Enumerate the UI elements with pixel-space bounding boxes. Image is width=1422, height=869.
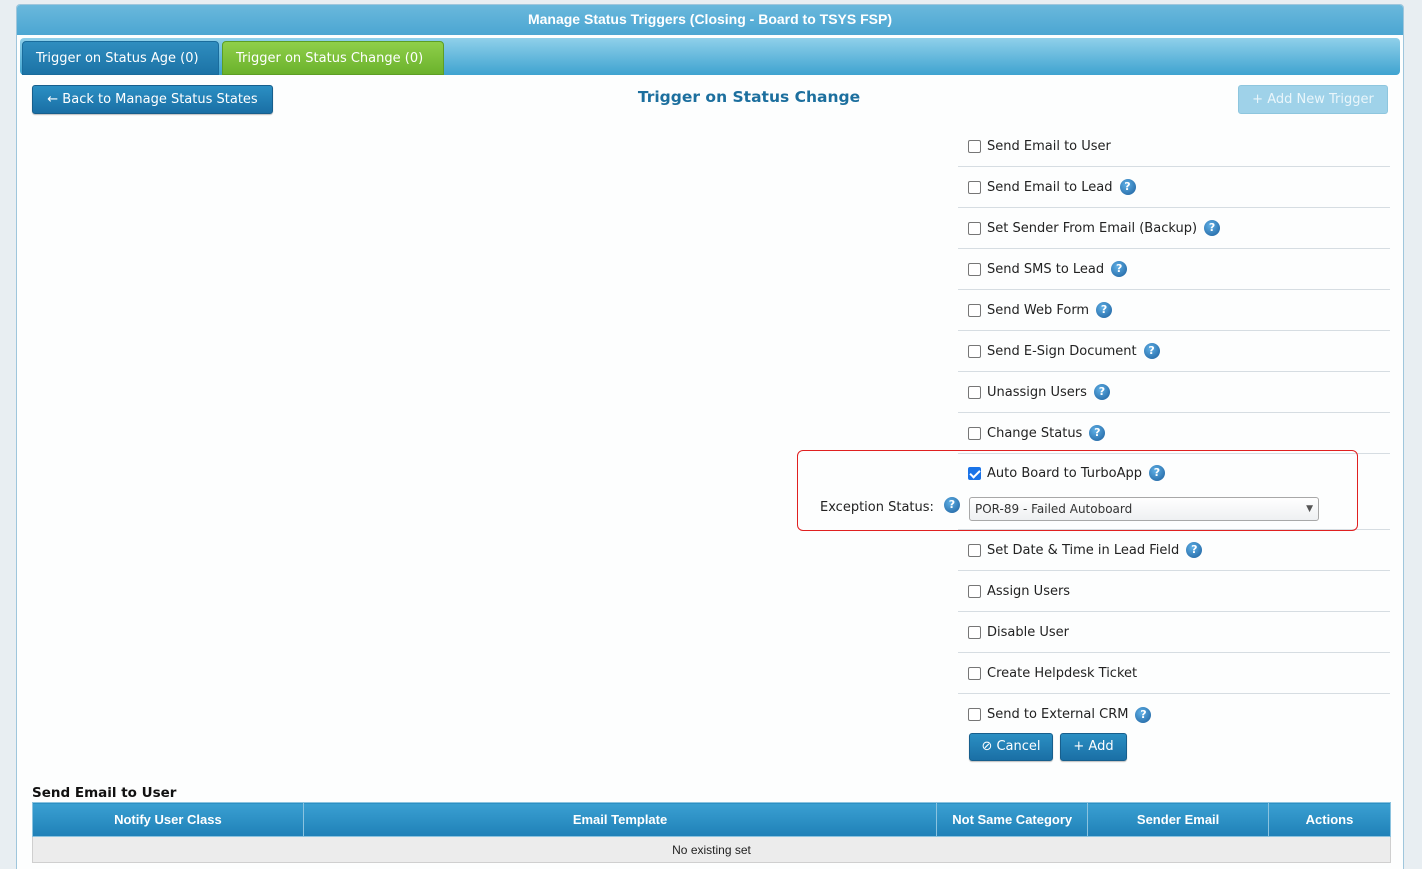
send-email-to-user-section-title: Send Email to User bbox=[32, 785, 177, 801]
option-change-status: Change Status ? bbox=[958, 413, 1390, 454]
option-create-helpdesk-ticket: Create Helpdesk Ticket bbox=[958, 653, 1390, 694]
help-icon[interactable]: ? bbox=[1149, 465, 1165, 481]
assign-users-checkbox[interactable] bbox=[968, 584, 981, 598]
option-label: Send SMS to Lead bbox=[987, 261, 1105, 277]
page-title: Trigger on Status Change bbox=[637, 88, 861, 106]
column-header: Email Template bbox=[302, 802, 938, 837]
send-to-external-crm-checkbox[interactable] bbox=[968, 708, 981, 721]
option-unassign-users: Unassign Users ? bbox=[958, 372, 1390, 413]
column-header: Not Same Category bbox=[936, 802, 1089, 837]
option-label: Send to External CRM bbox=[987, 707, 1129, 722]
option-label: Create Helpdesk Ticket bbox=[987, 665, 1138, 681]
create-helpdesk-ticket-checkbox[interactable] bbox=[968, 666, 981, 680]
option-label: Auto Board to TurboApp bbox=[987, 465, 1142, 481]
auto-board-to-turboapp-checkbox[interactable] bbox=[968, 466, 981, 480]
option-send-e-sign-document: Send E-Sign Document ? bbox=[958, 331, 1390, 372]
change-status-checkbox[interactable] bbox=[968, 426, 981, 440]
option-label: Set Date & Time in Lead Field bbox=[987, 542, 1180, 558]
set-sender-from-email-checkbox[interactable] bbox=[968, 221, 981, 235]
help-icon[interactable]: ? bbox=[1143, 343, 1160, 359]
send-email-to-user-checkbox[interactable] bbox=[968, 139, 981, 153]
send-email-to-user-table: Notify User Class Email Template Not Sam… bbox=[32, 802, 1391, 863]
help-icon[interactable]: ? bbox=[944, 497, 960, 513]
set-date-time-checkbox[interactable] bbox=[968, 543, 981, 557]
option-label: Send E-Sign Document bbox=[987, 343, 1137, 359]
column-header: Actions bbox=[1268, 802, 1391, 837]
exception-status-label: Exception Status: bbox=[820, 500, 934, 515]
column-header: Sender Email bbox=[1087, 802, 1270, 837]
disable-user-checkbox[interactable] bbox=[968, 625, 981, 639]
option-label: Change Status bbox=[987, 425, 1083, 441]
table-header-row: Notify User Class Email Template Not Sam… bbox=[32, 802, 1391, 837]
option-send-email-to-user: Send Email to User bbox=[958, 126, 1390, 167]
exception-status-value: POR-89 - Failed Autoboard bbox=[975, 502, 1133, 516]
option-label: Unassign Users bbox=[987, 384, 1087, 400]
option-disable-user: Disable User bbox=[958, 612, 1390, 653]
help-icon[interactable]: ? bbox=[1093, 384, 1110, 400]
manage-status-triggers-dialog: Manage Status Triggers (Closing - Board … bbox=[16, 4, 1404, 869]
unassign-users-checkbox[interactable] bbox=[968, 385, 981, 399]
help-icon[interactable]: ? bbox=[1119, 179, 1136, 195]
tab-trigger-on-status-change[interactable]: Trigger on Status Change (0) bbox=[222, 41, 444, 75]
option-send-email-to-lead: Send Email to Lead ? bbox=[958, 167, 1390, 208]
option-send-sms-to-lead: Send SMS to Lead ? bbox=[958, 249, 1390, 290]
help-icon[interactable]: ? bbox=[1135, 706, 1152, 723]
option-set-date-time-in-lead-field: Set Date & Time in Lead Field ? bbox=[958, 530, 1390, 571]
option-assign-users: Assign Users bbox=[958, 571, 1390, 612]
trigger-options-list: Send Email to User Send Email to Lead ? … bbox=[958, 126, 1390, 735]
help-icon[interactable]: ? bbox=[1186, 542, 1203, 558]
option-label: Send Email to Lead bbox=[987, 179, 1113, 195]
option-label: Set Sender From Email (Backup) bbox=[987, 220, 1198, 236]
back-to-manage-status-states-button[interactable]: ← Back to Manage Status States bbox=[32, 85, 273, 114]
send-web-form-checkbox[interactable] bbox=[968, 303, 981, 317]
tab-trigger-on-status-age[interactable]: Trigger on Status Age (0) bbox=[22, 41, 219, 75]
auto-board-line: Auto Board to TurboApp ? bbox=[968, 465, 1165, 481]
dialog-title: Manage Status Triggers (Closing - Board … bbox=[17, 5, 1403, 35]
option-label: Assign Users bbox=[987, 583, 1071, 599]
cancel-button[interactable]: ⊘ Cancel bbox=[969, 733, 1053, 761]
help-icon[interactable]: ? bbox=[1096, 302, 1113, 318]
send-email-to-lead-checkbox[interactable] bbox=[968, 180, 981, 194]
send-sms-to-lead-checkbox[interactable] bbox=[968, 262, 981, 276]
tab-bar: Trigger on Status Age (0) Trigger on Sta… bbox=[20, 38, 1400, 75]
table-row: No existing set bbox=[32, 836, 1391, 863]
help-icon[interactable]: ? bbox=[1204, 220, 1221, 236]
help-icon[interactable]: ? bbox=[1089, 425, 1106, 441]
option-set-sender-from-email: Set Sender From Email (Backup) ? bbox=[958, 208, 1390, 249]
exception-status-select[interactable]: POR-89 - Failed Autoboard ▼ bbox=[969, 497, 1319, 521]
add-button[interactable]: + Add bbox=[1060, 733, 1127, 761]
help-icon[interactable]: ? bbox=[1111, 261, 1128, 277]
add-new-trigger-button[interactable]: + Add New Trigger bbox=[1238, 85, 1388, 114]
option-send-web-form: Send Web Form ? bbox=[958, 290, 1390, 331]
dropdown-arrow-icon: ▼ bbox=[1306, 504, 1313, 514]
column-header: Notify User Class bbox=[32, 802, 304, 837]
option-send-to-external-crm: Send to External CRM ? bbox=[958, 694, 1390, 735]
option-label: Disable User bbox=[987, 624, 1069, 640]
option-label: Send Email to User bbox=[987, 138, 1111, 154]
send-e-sign-document-checkbox[interactable] bbox=[968, 344, 981, 358]
option-label: Send Web Form bbox=[987, 302, 1090, 318]
empty-table-message: No existing set bbox=[32, 836, 1391, 863]
